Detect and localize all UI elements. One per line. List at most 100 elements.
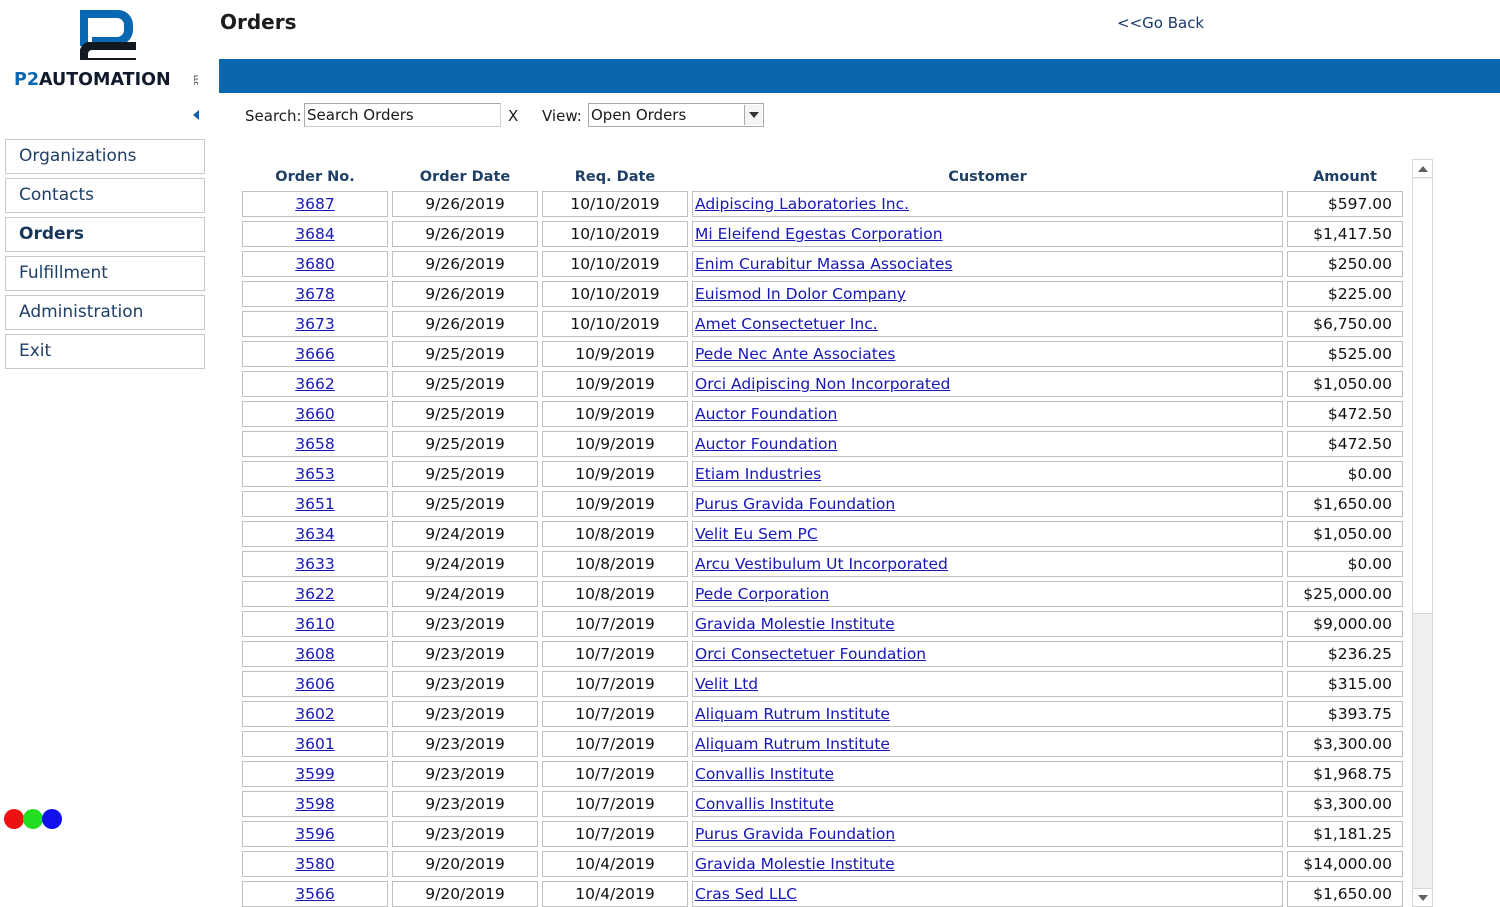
table-cell: $393.75 xyxy=(1287,701,1403,727)
customer-link[interactable]: Convallis Institute xyxy=(695,795,834,813)
customer-link[interactable]: Gravida Molestie Institute xyxy=(695,855,895,873)
table-row: 3680 9/26/2019 10/10/2019 Enim Curabitur Ma… xyxy=(241,251,1411,277)
order-number-link[interactable]: 3596 xyxy=(295,825,334,843)
table-cell: Purus Gravida Foundation xyxy=(692,821,1283,847)
table-cell: 9/23/2019 xyxy=(392,761,538,787)
customer-link[interactable]: Aliquam Rutrum Institute xyxy=(695,735,890,753)
customer-link[interactable]: Enim Curabitur Massa Associates xyxy=(695,255,953,273)
customer-link[interactable]: Auctor Foundation xyxy=(695,405,837,423)
customer-link[interactable]: Orci Adipiscing Non Incorporated xyxy=(695,375,950,393)
order-number-link[interactable]: 3651 xyxy=(295,495,334,513)
order-number-link[interactable]: 3608 xyxy=(295,645,334,663)
order-number-link[interactable]: 3634 xyxy=(295,525,334,543)
req-date-cell: 10/7/2019 xyxy=(575,795,655,813)
table-cell: $597.00 xyxy=(1287,191,1403,217)
req-date-cell: 10/7/2019 xyxy=(575,645,655,663)
go-back-link[interactable]: <<Go Back xyxy=(1117,14,1204,32)
customer-link[interactable]: Adipiscing Laboratories Inc. xyxy=(695,195,909,213)
order-number-link[interactable]: 3666 xyxy=(295,345,334,363)
collapse-sidebar-icon[interactable] xyxy=(193,110,199,120)
scrollbar-thumb[interactable] xyxy=(1413,179,1432,614)
scroll-down-arrow-icon[interactable] xyxy=(1413,888,1432,906)
customer-link[interactable]: Pede Corporation xyxy=(695,585,829,603)
req-date-cell: 10/7/2019 xyxy=(575,615,655,633)
order-number-link[interactable]: 3599 xyxy=(295,765,334,783)
customer-link[interactable]: Euismod In Dolor Company xyxy=(695,285,906,303)
table-cell: $472.50 xyxy=(1287,401,1403,427)
clear-search-button[interactable]: X xyxy=(508,107,518,125)
table-cell: Amet Consectetuer Inc. xyxy=(692,311,1283,337)
table-cell: $0.00 xyxy=(1287,551,1403,577)
order-number-link[interactable]: 3678 xyxy=(295,285,334,303)
customer-link[interactable]: Orci Consectetuer Foundation xyxy=(695,645,926,663)
order-number-link[interactable]: 3606 xyxy=(295,675,334,693)
search-input[interactable] xyxy=(304,103,501,127)
customer-link[interactable]: Pede Nec Ante Associates xyxy=(695,345,895,363)
view-select[interactable]: Open Orders xyxy=(588,103,764,127)
table-cell: 9/25/2019 xyxy=(392,431,538,457)
order-date-cell: 9/23/2019 xyxy=(425,705,505,723)
order-number-link[interactable]: 3658 xyxy=(295,435,334,453)
chevron-down-icon[interactable] xyxy=(744,105,762,125)
table-row: 3634 9/24/2019 10/8/2019 Velit Eu Sem PC $1,… xyxy=(241,521,1411,547)
sidebar-item-administration[interactable]: Administration xyxy=(5,295,205,330)
table-row: 3687 9/26/2019 10/10/2019 Adipiscing Labora… xyxy=(241,191,1411,217)
customer-link[interactable]: Etiam Industries xyxy=(695,465,821,483)
table-cell: Orci Consectetuer Foundation xyxy=(692,641,1283,667)
table-cell: 10/7/2019 xyxy=(542,791,688,817)
sidebar-item-exit[interactable]: Exit xyxy=(5,334,205,369)
order-number-link[interactable]: 3601 xyxy=(295,735,334,753)
customer-link[interactable]: Amet Consectetuer Inc. xyxy=(695,315,878,333)
customer-link[interactable]: Purus Gravida Foundation xyxy=(695,495,895,513)
order-number-link[interactable]: 3633 xyxy=(295,555,334,573)
table-row: 3660 9/25/2019 10/9/2019 Auctor Foundation $… xyxy=(241,401,1411,427)
table-cell: Convallis Institute xyxy=(692,791,1283,817)
sidebar-item-orders[interactable]: Orders xyxy=(5,217,205,252)
customer-link[interactable]: Convallis Institute xyxy=(695,765,834,783)
table-cell: Aliquam Rutrum Institute xyxy=(692,701,1283,727)
order-number-link[interactable]: 3622 xyxy=(295,585,334,603)
sidebar-item-contacts[interactable]: Contacts xyxy=(5,178,205,213)
customer-link[interactable]: Velit Eu Sem PC xyxy=(695,525,818,543)
order-number-link[interactable]: 3660 xyxy=(295,405,334,423)
customer-link[interactable]: Arcu Vestibulum Ut Incorporated xyxy=(695,555,948,573)
amount-cell: $250.00 xyxy=(1327,255,1392,273)
view-label: View: xyxy=(542,107,582,125)
table-cell: 9/26/2019 xyxy=(392,281,538,307)
table-scrollbar[interactable] xyxy=(1412,159,1433,907)
amount-cell: $0.00 xyxy=(1347,555,1392,573)
order-number-link[interactable]: 3684 xyxy=(295,225,334,243)
amount-cell: $1,968.75 xyxy=(1313,765,1392,783)
order-number-link[interactable]: 3566 xyxy=(295,885,334,903)
order-number-link[interactable]: 3662 xyxy=(295,375,334,393)
customer-link[interactable]: Velit Ltd xyxy=(695,675,758,693)
customer-link[interactable]: Gravida Molestie Institute xyxy=(695,615,895,633)
sidebar-item-fulfillment[interactable]: Fulfillment xyxy=(5,256,205,291)
order-number-link[interactable]: 3580 xyxy=(295,855,334,873)
table-row: 3599 9/23/2019 10/7/2019 Convallis Institut… xyxy=(241,761,1411,787)
table-cell: 3608 xyxy=(242,641,388,667)
table-cell: 9/24/2019 xyxy=(392,521,538,547)
amount-cell: $25,000.00 xyxy=(1303,585,1392,603)
order-number-link[interactable]: 3687 xyxy=(295,195,334,213)
order-number-link[interactable]: 3610 xyxy=(295,615,334,633)
order-number-link[interactable]: 3598 xyxy=(295,795,334,813)
order-number-link[interactable]: 3653 xyxy=(295,465,334,483)
order-number-link[interactable]: 3673 xyxy=(295,315,334,333)
table-cell: Auctor Foundation xyxy=(692,401,1283,427)
customer-link[interactable]: Mi Eleifend Egestas Corporation xyxy=(695,225,943,243)
order-number-link[interactable]: 3602 xyxy=(295,705,334,723)
customer-link[interactable]: Auctor Foundation xyxy=(695,435,837,453)
order-number-link[interactable]: 3680 xyxy=(295,255,334,273)
customer-link[interactable]: Purus Gravida Foundation xyxy=(695,825,895,843)
table-cell: 9/26/2019 xyxy=(392,311,538,337)
sidebar-item-organizations[interactable]: Organizations xyxy=(5,139,205,174)
order-date-cell: 9/23/2019 xyxy=(425,735,505,753)
scroll-up-arrow-icon[interactable] xyxy=(1413,160,1432,178)
req-date-cell: 10/9/2019 xyxy=(575,375,655,393)
table-cell: Mi Eleifend Egestas Corporation xyxy=(692,221,1283,247)
customer-link[interactable]: Aliquam Rutrum Institute xyxy=(695,705,890,723)
customer-link[interactable]: Cras Sed LLC xyxy=(695,885,797,903)
req-date-cell: 10/9/2019 xyxy=(575,405,655,423)
table-cell: 9/23/2019 xyxy=(392,731,538,757)
